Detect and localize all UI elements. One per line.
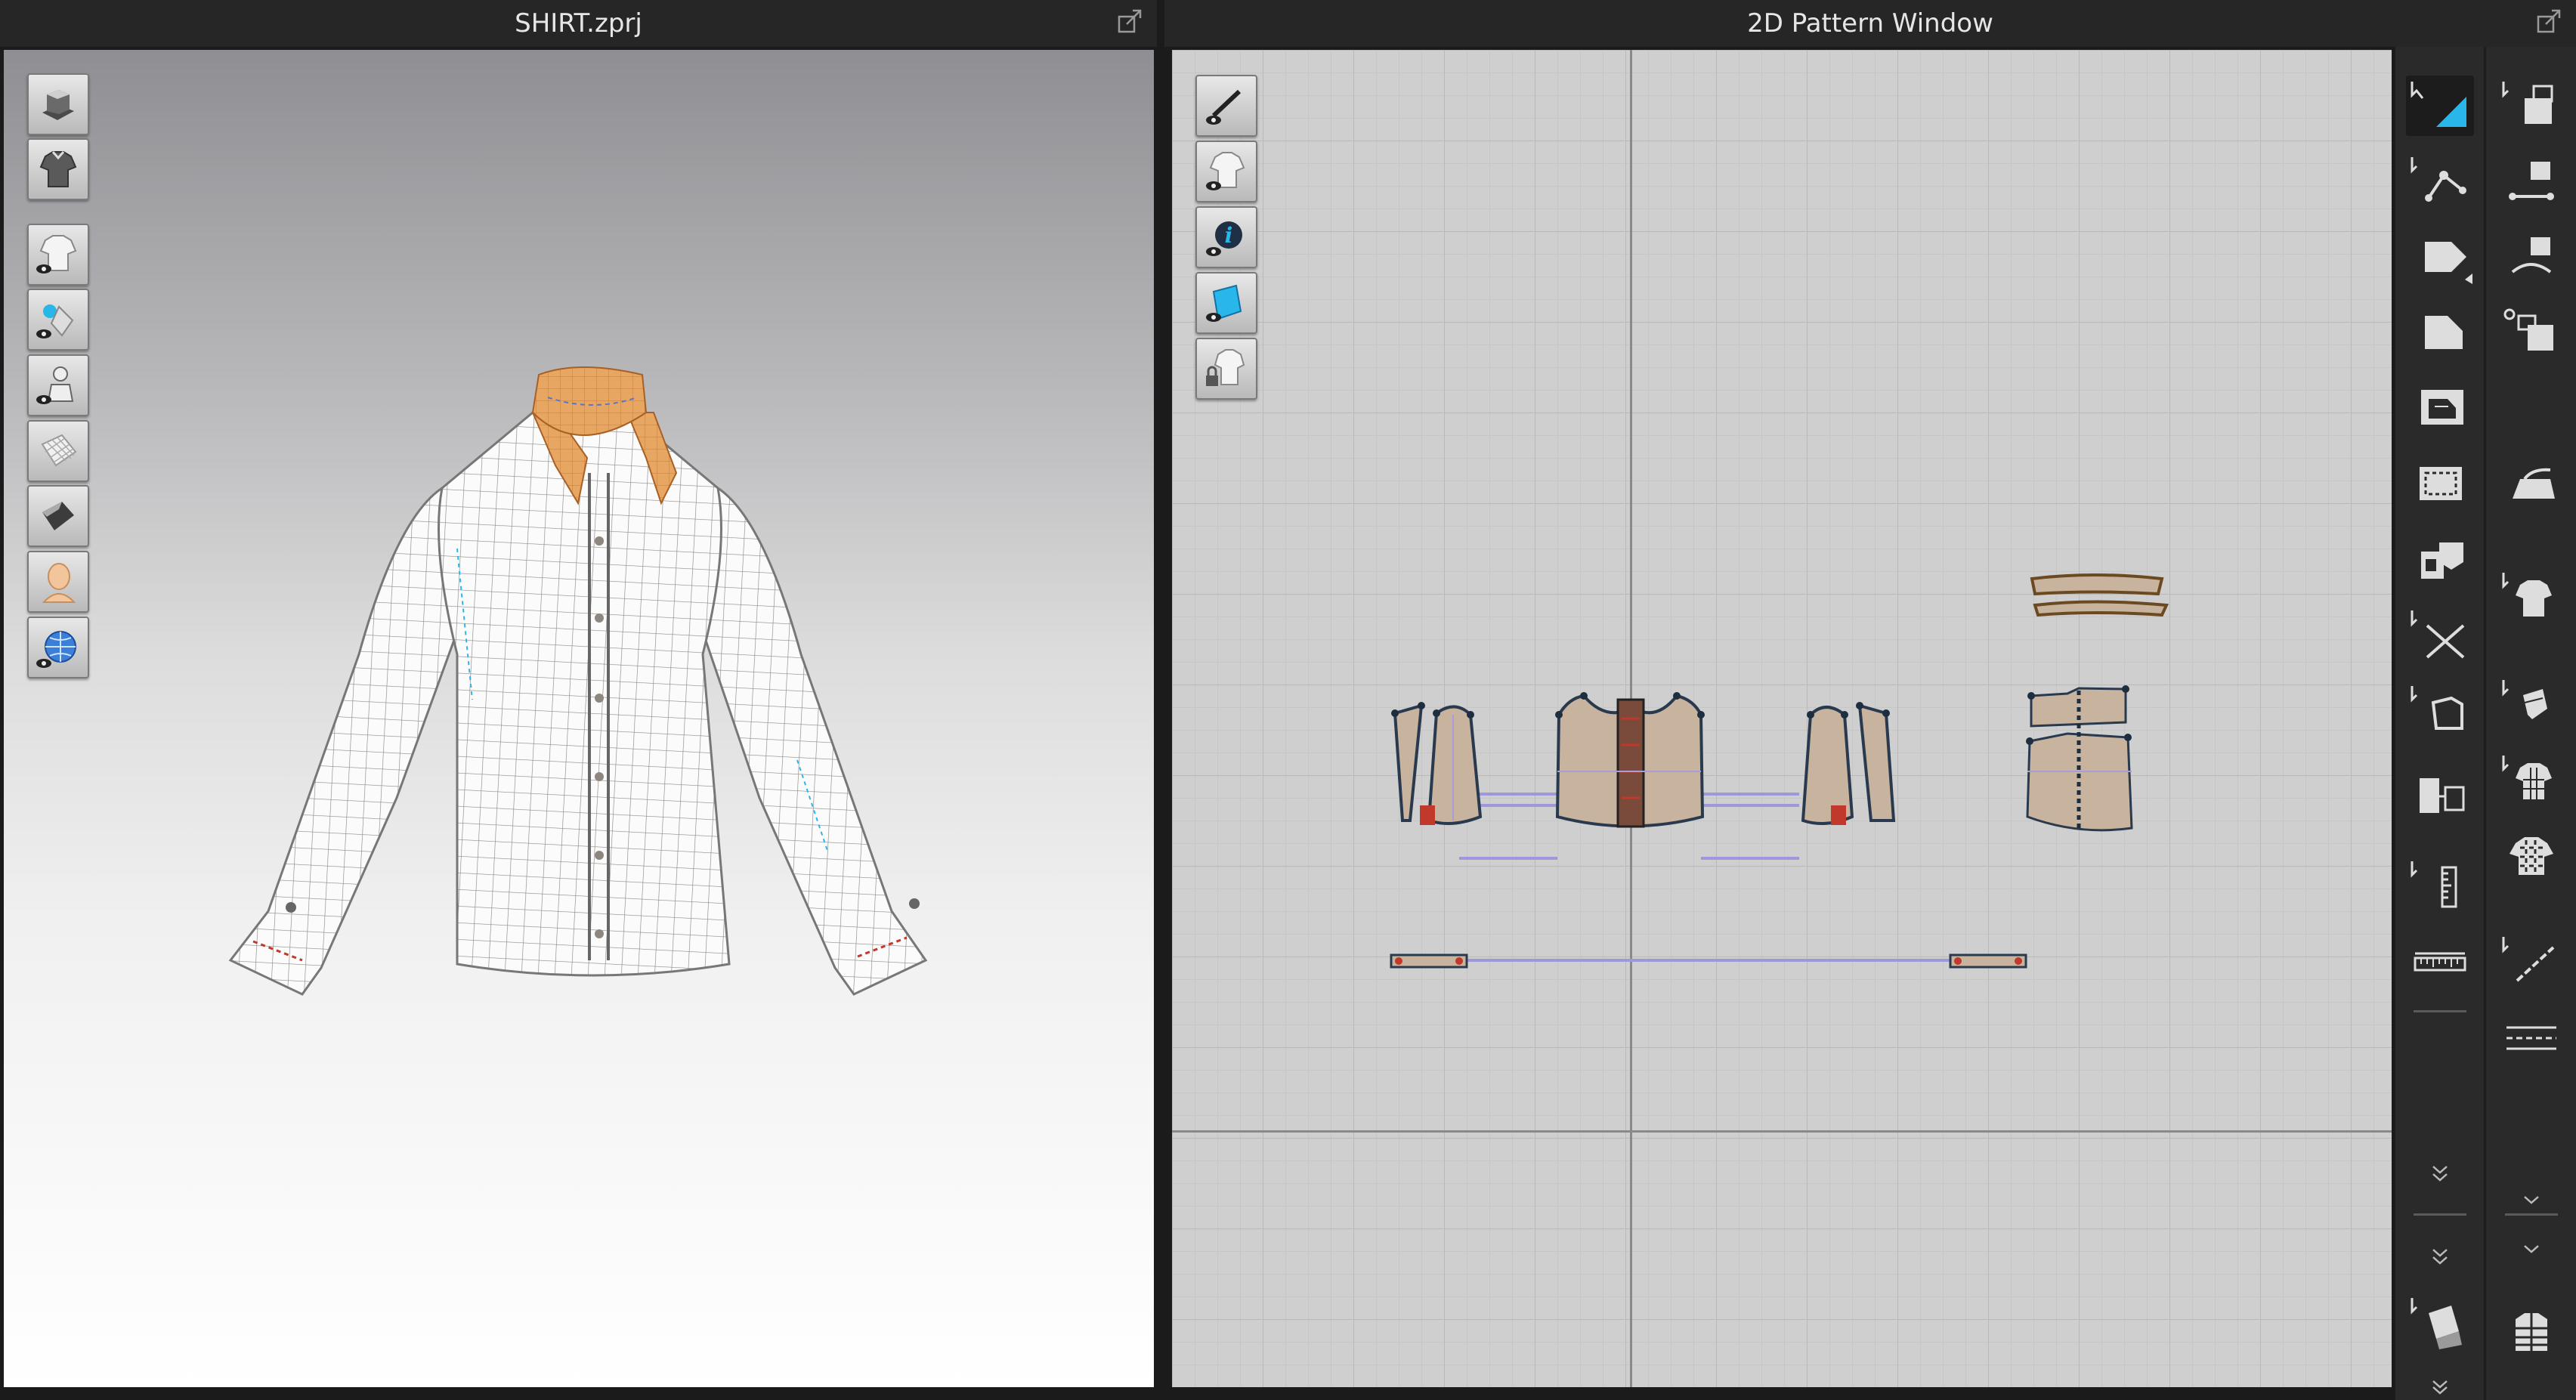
- pattern-left-sleeve: [1393, 703, 1424, 822]
- 2d-pattern-window: 2D Pattern Window i: [1164, 0, 2576, 1400]
- segment-sewing-icon[interactable]: [2497, 76, 2565, 136]
- 3d-window-title: SHIRT.zprj: [515, 8, 642, 39]
- toolbar-separator: [2505, 1213, 2558, 1216]
- shirt-3d-model[interactable]: [4, 50, 1154, 1387]
- pattern-collar: [2030, 573, 2164, 596]
- rectangle-pattern-icon[interactable]: [2406, 302, 2474, 363]
- check-sewing-icon[interactable]: [2497, 302, 2565, 363]
- shirt-grid-icon[interactable]: [2497, 749, 2565, 810]
- edit-point-line-icon[interactable]: [2406, 151, 2474, 212]
- fold-pattern-icon[interactable]: [2406, 529, 2474, 589]
- line-tool-icon[interactable]: [2497, 931, 2565, 991]
- sync-pattern-icon[interactable]: [2406, 765, 2474, 825]
- transform-pattern-icon[interactable]: [2406, 76, 2474, 136]
- topstitch-icon[interactable]: [2497, 1006, 2565, 1067]
- cut-line-icon[interactable]: [2406, 604, 2474, 665]
- 3d-garment-window: SHIRT.zprj: [0, 0, 1157, 1400]
- free-sewing-icon[interactable]: [2497, 151, 2565, 212]
- 2d-pattern-canvas[interactable]: i: [1172, 50, 2392, 1387]
- trace-pattern-icon[interactable]: [2406, 453, 2474, 514]
- expand-more-icon[interactable]: [2497, 1229, 2565, 1275]
- multi-sewing-icon[interactable]: [2497, 227, 2565, 287]
- 3d-window-titlebar: SHIRT.zprj: [0, 0, 1157, 47]
- pattern-layout[interactable]: [1172, 50, 2392, 1387]
- toolbar-column-divider: [2484, 47, 2486, 1400]
- shirt-fit-icon[interactable]: [2497, 567, 2565, 627]
- tape-measure-icon[interactable]: [2406, 855, 2474, 916]
- toolbar-separator: [2414, 1213, 2466, 1216]
- 2d-window-title: 2D Pattern Window: [1747, 8, 1993, 39]
- popout-icon[interactable]: [2535, 8, 2562, 35]
- polygon-pattern-icon[interactable]: [2406, 227, 2474, 287]
- layers-garment-icon[interactable]: [2497, 1301, 2565, 1361]
- fold-arrangement-icon[interactable]: [2406, 1292, 2474, 1352]
- shirt-pattern-icon[interactable]: [2497, 825, 2565, 885]
- offset-pattern-icon[interactable]: [2406, 680, 2474, 740]
- toolbar-separator: [2414, 1010, 2466, 1012]
- expand-more-icon[interactable]: [2406, 1150, 2474, 1195]
- tack-icon[interactable]: [2497, 674, 2565, 734]
- iron-icon[interactable]: [2497, 453, 2565, 514]
- expand-more-icon[interactable]: [2497, 1180, 2565, 1225]
- expand-more-icon[interactable]: [2406, 1377, 2474, 1399]
- 3d-viewport[interactable]: [4, 50, 1154, 1387]
- popout-icon[interactable]: [1116, 8, 1143, 35]
- pattern-tools-toolbar: [2395, 47, 2576, 1400]
- expand-more-icon[interactable]: [2406, 1233, 2474, 1278]
- ruler-icon[interactable]: [2406, 931, 2474, 991]
- internal-rectangle-icon[interactable]: [2406, 378, 2474, 438]
- 2d-window-titlebar: 2D Pattern Window: [1164, 0, 2576, 47]
